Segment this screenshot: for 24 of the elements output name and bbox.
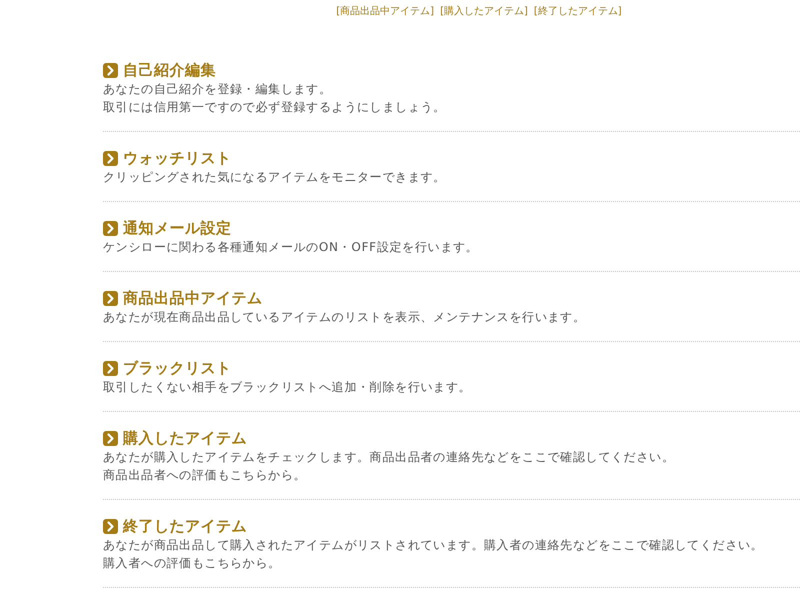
- chevron-right-icon: [103, 150, 118, 166]
- section-description: あなたの自己紹介を登録・編集します。 取引には信用第一ですので必ず登録するようにしましょう。: [103, 81, 447, 116]
- nav-link[interactable]: [終了したアイテム]: [534, 5, 622, 23]
- section-description: 取引したくない相手をブラックリストへ追加・削除を行います。: [103, 379, 472, 396]
- section-title-link[interactable]: 終了したアイテム: [123, 516, 247, 536]
- section-description: クリッピングされた気になるアイテムをモニターできます。: [103, 169, 447, 186]
- chevron-right-icon: [103, 62, 118, 78]
- nav-link[interactable]: [商品出品中アイテム]: [336, 5, 434, 23]
- section-title-link[interactable]: 自己紹介編集: [123, 60, 216, 80]
- section-title-link[interactable]: 購入したアイテム: [123, 428, 247, 448]
- section-title-link[interactable]: 商品出品中アイテム: [123, 288, 262, 308]
- chevron-right-icon: [103, 290, 118, 306]
- nav-link[interactable]: [購入したアイテム]: [440, 5, 528, 23]
- section-description: あなたが現在商品出品しているアイテムのリストを表示、メンテナンスを行います。: [103, 309, 587, 326]
- section-description: ケンシローに関わる各種通知メールのON・OFF設定を行います。: [103, 239, 480, 256]
- chevron-right-icon: [103, 518, 118, 534]
- section-description: あなたが購入したアイテムをチェックします。商品出品者の連絡先などをここで確認してください。 商品出品者への評価もこちらから。: [103, 449, 676, 484]
- chevron-right-icon: [103, 360, 118, 376]
- section-description: あなたが商品出品して購入されたアイテムがリストされています。購入者の連絡先などをここで確認してください。 購入者への評価もこちらから。: [103, 537, 764, 572]
- section-title-link[interactable]: ウォッチリスト: [123, 148, 232, 168]
- section-title-link[interactable]: ブラックリスト: [123, 358, 232, 378]
- chevron-right-icon: [103, 220, 118, 236]
- section-title-link[interactable]: 通知メール設定: [123, 218, 232, 238]
- chevron-right-icon: [103, 430, 118, 446]
